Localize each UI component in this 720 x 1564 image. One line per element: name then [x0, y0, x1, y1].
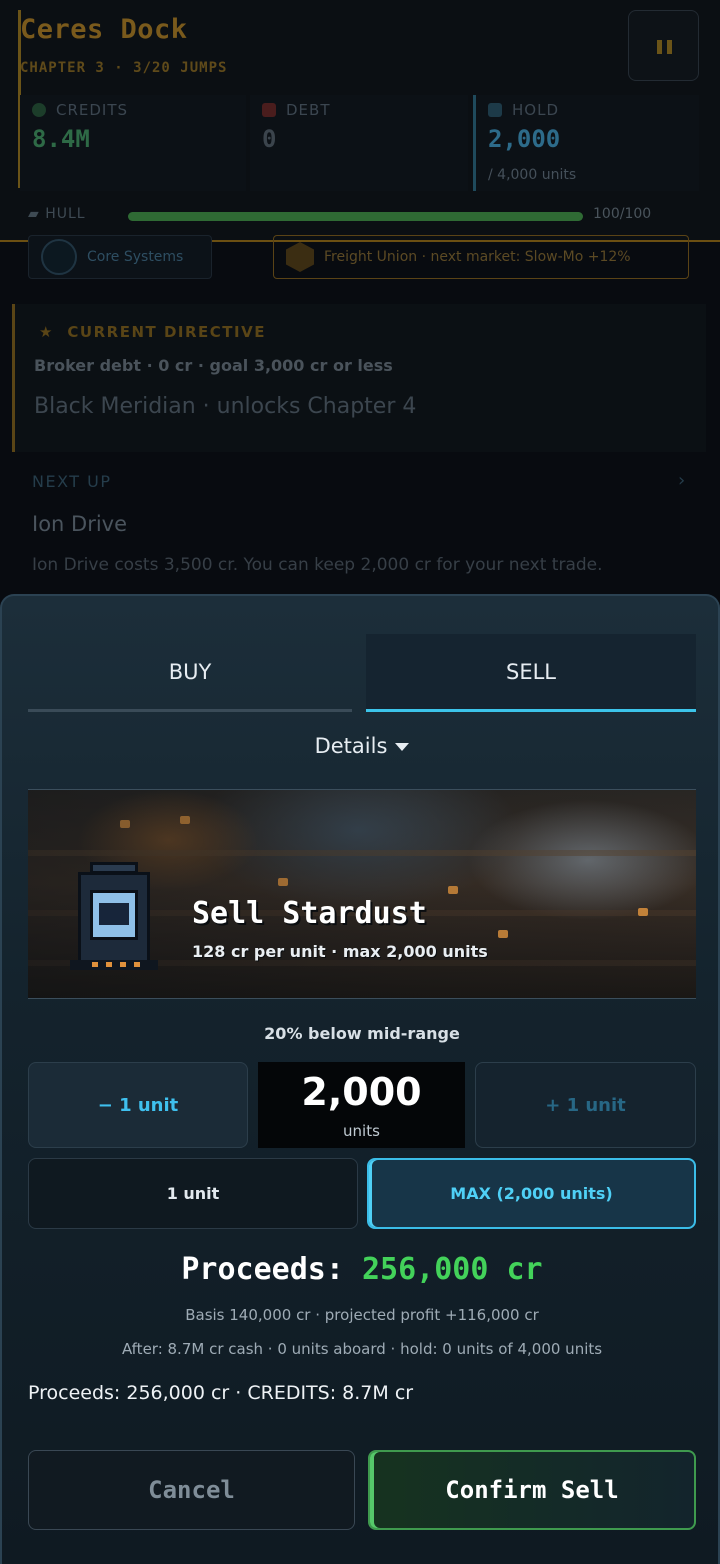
location-title: Ceres Dock	[20, 14, 188, 45]
increment-button[interactable]: + 1 unit	[475, 1062, 696, 1148]
item-banner: Sell Stardust 128 cr per unit · max 2,00…	[28, 789, 696, 999]
credits-label: CREDITS	[56, 101, 129, 119]
pause-button[interactable]	[628, 10, 699, 81]
credits-value: 8.4M	[32, 125, 90, 153]
core-systems-icon	[41, 239, 77, 275]
hold-capacity: / 4,000 units	[488, 167, 577, 183]
debt-label: DEBT	[286, 101, 331, 119]
hull-value: 100/100	[593, 206, 652, 222]
hold-stat: HOLD 2,000 / 4,000 units	[473, 95, 699, 191]
decrement-button[interactable]: − 1 unit	[28, 1062, 248, 1148]
pause-icon-bar	[667, 40, 672, 54]
quantity-unit: units	[343, 1122, 380, 1140]
tab-sell[interactable]: SELL	[366, 634, 696, 712]
chevron-right-icon[interactable]: ›	[678, 470, 685, 491]
directive-unlock: Black Meridian · unlocks Chapter 4	[34, 394, 417, 419]
price-note: 20% below mid-range	[264, 1024, 460, 1043]
hull-meter: ▰ HULL 100/100	[28, 206, 688, 226]
proceeds-amount: 256,000 cr	[362, 1252, 543, 1287]
debt-icon	[262, 103, 276, 117]
quantity-value: 2,000	[301, 1070, 422, 1114]
hull-label: HULL	[45, 206, 86, 222]
hull-bar	[128, 212, 583, 221]
basis-line: Basis 140,000 cr · projected profit +116…	[185, 1306, 539, 1324]
chapter-progress: CHAPTER 3 · 3/20 JUMPS	[20, 60, 228, 76]
credits-stat: CREDITS 8.4M	[20, 95, 246, 191]
freight-union-chip[interactable]: Freight Union · next market: Slow-Mo +12…	[273, 235, 689, 279]
next-up-label: NEXT UP	[32, 472, 112, 491]
tab-buy[interactable]: BUY	[28, 634, 352, 712]
item-description: 128 cr per unit · max 2,000 units	[192, 942, 488, 961]
details-label: Details	[314, 734, 388, 758]
pause-icon	[657, 40, 662, 54]
debt-value: 0	[262, 125, 277, 153]
item-title: Sell Stardust	[192, 896, 427, 931]
freight-union-icon	[286, 242, 314, 272]
hull-bar-fill	[128, 212, 583, 221]
stardust-crate-icon	[70, 862, 166, 974]
confirm-sell-button[interactable]: Confirm Sell	[368, 1450, 696, 1530]
directive-heading: CURRENT DIRECTIVE	[67, 323, 266, 341]
core-systems-chip[interactable]: Core Systems	[28, 235, 212, 279]
core-systems-label: Core Systems	[87, 249, 184, 265]
hold-label: HOLD	[512, 101, 559, 119]
hull-icon: ▰	[28, 206, 40, 222]
credits-icon	[32, 103, 46, 117]
cancel-button[interactable]: Cancel	[28, 1450, 355, 1530]
status-hud: Ceres Dock CHAPTER 3 · 3/20 JUMPS CREDIT…	[0, 0, 720, 242]
quantity-display[interactable]: 2,000 units	[258, 1062, 465, 1148]
caret-down-icon	[395, 743, 410, 751]
details-toggle[interactable]: Details	[2, 734, 720, 758]
current-directive-card: ★ CURRENT DIRECTIVE Broker debt · 0 cr ·…	[12, 304, 706, 452]
directive-goal: Broker debt · 0 cr · goal 3,000 cr or le…	[34, 356, 393, 375]
freight-union-label: Freight Union · next market: Slow-Mo +12…	[324, 249, 631, 265]
preset-one-unit-button[interactable]: 1 unit	[28, 1158, 358, 1229]
hold-value: 2,000	[488, 125, 561, 153]
proceeds-label: Proceeds:	[181, 1252, 344, 1287]
star-icon: ★	[39, 323, 54, 341]
trade-sheet: BUY SELL Details Sell Stardust 128 cr pe…	[0, 594, 720, 1564]
next-up-description: Ion Drive costs 3,500 cr. You can keep 2…	[32, 555, 603, 575]
debt-stat: DEBT 0	[250, 95, 468, 191]
preset-max-button[interactable]: MAX (2,000 units)	[367, 1158, 696, 1229]
next-up-title: Ion Drive	[32, 512, 128, 536]
summary-line: Proceeds: 256,000 cr · CREDITS: 8.7M cr	[28, 1382, 414, 1404]
proceeds-headline: Proceeds: 256,000 cr	[2, 1252, 720, 1287]
hold-icon	[488, 103, 502, 117]
after-line: After: 8.7M cr cash · 0 units aboard · h…	[121, 1340, 603, 1358]
